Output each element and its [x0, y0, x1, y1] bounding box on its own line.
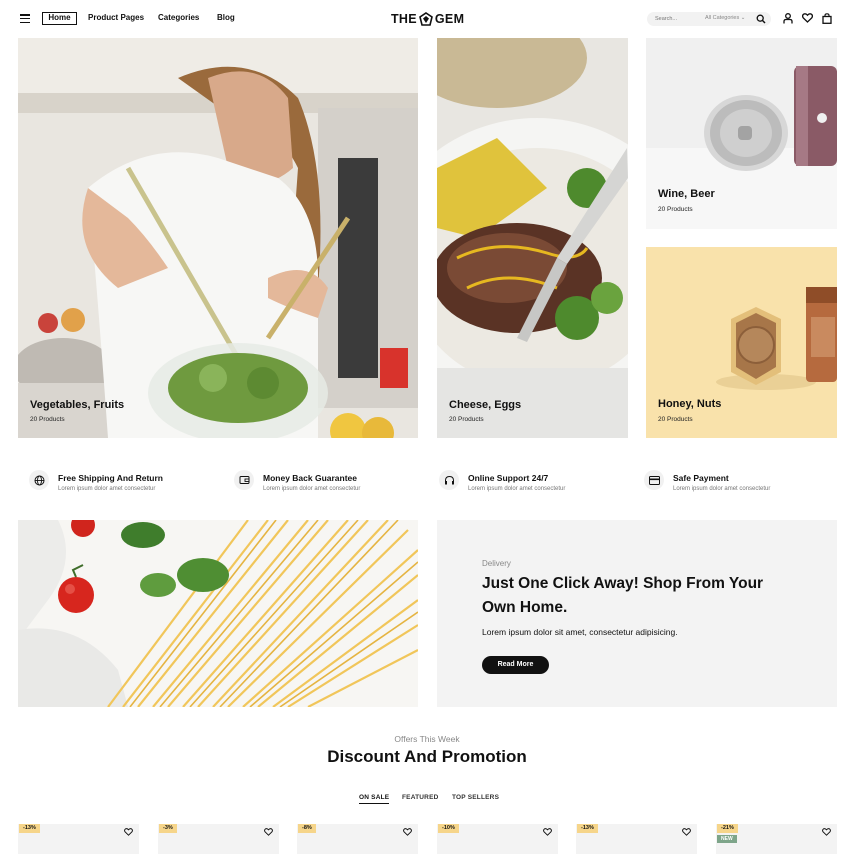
delivery-promo: Delivery Just One Click Away! Shop From … — [437, 520, 837, 707]
feature-text: Lorem ipsum dolor amet consectetur — [263, 486, 361, 492]
pasta-photo — [18, 520, 418, 707]
globe-icon — [29, 470, 49, 490]
shopping-bag-icon[interactable] — [822, 13, 832, 24]
headphones-icon — [439, 470, 459, 490]
cans-photo — [646, 38, 837, 229]
category-tile-cheese-eggs[interactable]: Cheese, Eggs 20 Products — [437, 38, 628, 438]
discount-badge: -13% — [577, 824, 598, 833]
new-badge: NEW — [717, 835, 737, 843]
category-title: Vegetables, Fruits — [30, 399, 125, 411]
wishlist-heart-icon[interactable] — [403, 828, 412, 836]
food-plate-photo — [437, 38, 628, 438]
logo-text-left: THE — [391, 12, 417, 26]
product-card[interactable]: -10% — [437, 824, 558, 854]
nav-home[interactable]: Home — [42, 12, 77, 25]
feature-title: Safe Payment — [673, 473, 729, 483]
tab-on-sale[interactable]: ON SALE — [359, 794, 390, 804]
vegetables-photo — [18, 38, 418, 438]
tab-top-sellers[interactable]: TOP SELLERS — [452, 794, 499, 801]
feature-text: Lorem ipsum dolor amet consectetur — [468, 486, 566, 492]
category-count: 20 Products — [449, 416, 484, 423]
discount-badge: -13% — [19, 824, 40, 833]
category-tile-honey-nuts[interactable]: Honey, Nuts 20 Products — [646, 247, 837, 438]
promo-text: Lorem ipsum dolor sit amet, consectetur … — [482, 627, 678, 637]
product-card[interactable]: -13% — [576, 824, 697, 854]
offers-subtitle: Offers This Week — [394, 734, 460, 744]
product-card[interactable]: -21% NEW — [716, 824, 837, 854]
search-category-select[interactable]: All Categories ⌄ — [705, 15, 745, 21]
search-icon[interactable] — [756, 14, 766, 24]
heart-icon[interactable] — [802, 13, 813, 23]
user-icon[interactable] — [783, 13, 793, 24]
promo-label: Delivery — [482, 559, 511, 568]
promo-heading: Just One Click Away! Shop From Your Own … — [482, 575, 764, 616]
discount-badge: -8% — [298, 824, 316, 833]
nav-blog[interactable]: Blog — [217, 13, 235, 22]
feature-title: Money Back Guarantee — [263, 473, 358, 483]
diamond-logo-icon — [418, 12, 433, 26]
credit-card-icon — [644, 470, 664, 490]
feature-text: Lorem ipsum dolor amet consectetur — [673, 486, 771, 492]
category-title: Cheese, Eggs — [449, 399, 522, 411]
category-tile-wine-beer[interactable]: Wine, Beer 20 Products — [646, 38, 837, 229]
discount-badge: -3% — [159, 824, 177, 833]
logo[interactable]: THE GEM — [391, 11, 464, 27]
product-card[interactable]: -3% — [158, 824, 279, 854]
wallet-icon — [234, 470, 254, 490]
search-bar: All Categories ⌄ — [647, 12, 771, 26]
feature-title: Online Support 24/7 — [468, 473, 549, 483]
nav-product-pages[interactable]: Product Pages — [88, 13, 144, 22]
read-more-button[interactable]: Read More — [482, 656, 549, 674]
product-card[interactable]: -13% — [18, 824, 139, 854]
category-title: Honey, Nuts — [658, 398, 722, 410]
tab-featured[interactable]: FEATURED — [402, 794, 439, 801]
logo-text-right: GEM — [434, 12, 465, 26]
category-count: 20 Products — [658, 416, 693, 423]
search-category-label: All Categories — [705, 15, 740, 21]
wishlist-heart-icon[interactable] — [264, 828, 273, 836]
wishlist-heart-icon[interactable] — [822, 828, 831, 836]
discount-badge: -10% — [438, 824, 459, 833]
feature-text: Lorem ipsum dolor amet consectetur — [58, 486, 156, 492]
search-input[interactable] — [655, 14, 703, 24]
discount-badge: -21% — [717, 824, 738, 833]
wishlist-heart-icon[interactable] — [543, 828, 552, 836]
site-header: Home Product Pages Categories Blog THE G… — [0, 0, 854, 38]
menu-icon[interactable] — [20, 14, 30, 23]
product-card[interactable]: -8% — [297, 824, 418, 854]
category-count: 20 Products — [30, 416, 65, 423]
nav-categories[interactable]: Categories — [158, 13, 199, 22]
category-tile-vegetables[interactable]: Vegetables, Fruits 20 Products — [18, 38, 418, 438]
category-title: Wine, Beer — [658, 188, 715, 200]
feature-title: Free Shipping And Return — [58, 473, 163, 483]
wishlist-heart-icon[interactable] — [682, 828, 691, 836]
category-count: 20 Products — [658, 206, 693, 213]
wishlist-heart-icon[interactable] — [124, 828, 133, 836]
offers-title: Discount And Promotion — [327, 747, 527, 766]
